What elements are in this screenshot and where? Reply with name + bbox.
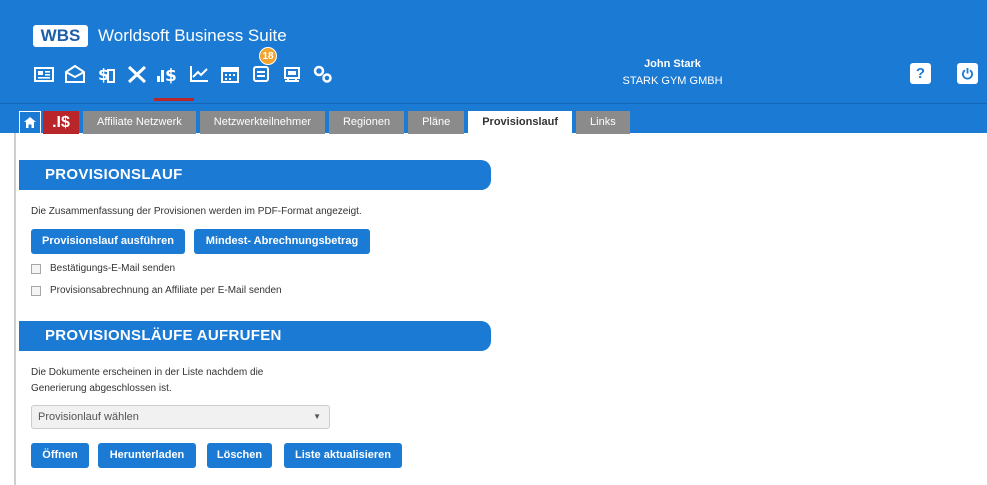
user-company: STARK GYM GMBH (622, 75, 723, 87)
tab-home[interactable] (19, 111, 41, 134)
tab-links[interactable]: Links (576, 111, 630, 134)
svg-text:$: $ (165, 66, 177, 84)
provisionslauf-description: Die Zusammenfassung der Provisionen werd… (31, 206, 362, 217)
home-icon (24, 117, 36, 128)
documents-description-line1: Die Dokumente erscheinen in der Liste na… (31, 367, 264, 378)
provision-icon[interactable]: $ (152, 60, 194, 101)
mail-icon[interactable] (59, 60, 90, 88)
herunterladen-button[interactable]: Herunterladen (98, 443, 196, 468)
tab-regionen[interactable]: Regionen (328, 111, 405, 134)
chart-icon[interactable] (183, 60, 214, 88)
tab-plaene[interactable]: Pläne (408, 111, 465, 134)
calendar-icon[interactable] (214, 60, 245, 88)
contact-card-icon[interactable] (28, 60, 59, 88)
tab-provisionslauf[interactable]: Provisionslauf (468, 111, 573, 134)
tab-netzwerkteilnehmer[interactable]: Netzwerkteilnehmer (199, 111, 325, 134)
provisionslauf-select[interactable]: Provisionlauf wählen ▼ (31, 405, 330, 429)
help-button[interactable]: ? (910, 63, 931, 84)
tabs: .I$ Affiliate Netzwerk Netzwerkteilnehme… (19, 111, 634, 134)
wbs-logo[interactable]: WBS (33, 25, 88, 47)
app-title: Worldsoft Business Suite (98, 26, 287, 45)
section-provisionslauf-header: PROVISIONSLAUF (19, 160, 491, 190)
user-name[interactable]: John Stark (600, 58, 745, 70)
tab-affiliate-netzwerk[interactable]: Affiliate Netzwerk (83, 111, 196, 134)
chevron-down-icon: ▼ (313, 412, 321, 421)
liste-aktualisieren-button[interactable]: Liste aktualisieren (284, 443, 402, 468)
provisionsabrechnung-email-label: Provisionsabrechnung an Affiliate per E-… (50, 285, 282, 296)
messages-badge: 18 (259, 47, 277, 65)
power-icon (962, 68, 973, 80)
settings-icon[interactable] (307, 60, 338, 88)
provisionsabrechnung-email-row: Provisionsabrechnung an Affiliate per E-… (31, 285, 282, 296)
shop-icon[interactable] (276, 60, 307, 88)
bestaetigungs-email-label: Bestätigungs-E-Mail senden (50, 263, 176, 274)
messages-icon[interactable]: 18 (245, 47, 277, 88)
documents-description-line2: Generierung abgeschlossen ist. (31, 383, 172, 394)
finance-icon[interactable]: $ (90, 60, 121, 88)
bestaetigungs-email-row: Bestätigungs-E-Mail senden (31, 263, 175, 274)
mindest-abrechnungsbetrag-button[interactable]: Mindest- Abrechnungsbetrag (194, 229, 370, 254)
provisionslauf-ausfuehren-button[interactable]: Provisionslauf ausführen (31, 229, 185, 254)
bestaetigungs-email-checkbox[interactable] (31, 263, 41, 274)
top-header: WBS Worldsoft Business Suite $ $ 18 John… (0, 0, 987, 103)
provisionslauf-select-value: Provisionlauf wählen (38, 411, 139, 423)
tab-bar: .I$ Affiliate Netzwerk Netzwerkteilnehme… (0, 103, 987, 134)
power-button[interactable] (957, 63, 978, 84)
oeffnen-button[interactable]: Öffnen (31, 443, 89, 468)
module-toolbar: $ $ 18 (28, 47, 338, 101)
content-left-border (14, 133, 16, 485)
tools-icon[interactable] (121, 60, 152, 88)
loeschen-button[interactable]: Löschen (207, 443, 272, 468)
provisionsabrechnung-email-checkbox[interactable] (31, 285, 41, 296)
section-provisionslaeufe-aufrufen-header: PROVISIONSLÄUFE AUFRUFEN (19, 321, 491, 351)
tab-provision-module[interactable]: .I$ (43, 111, 79, 134)
